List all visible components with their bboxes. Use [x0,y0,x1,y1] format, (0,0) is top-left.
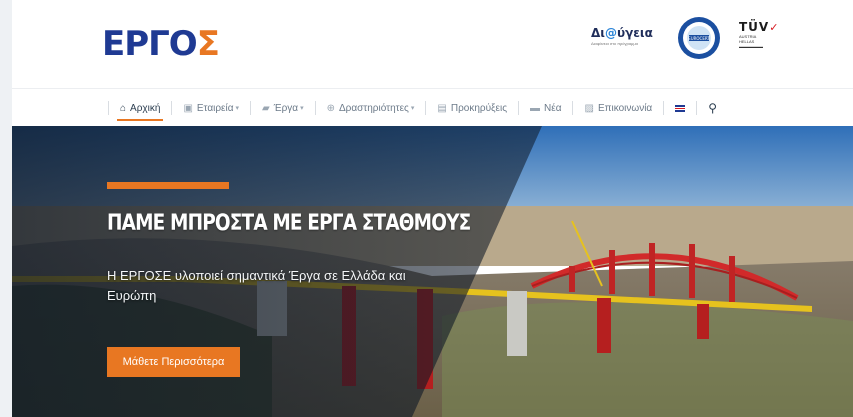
nav-item-projects[interactable]: ▰ Έργα ▾ [259,103,307,114]
nav-item-activities-label: Δραστηριότητες [338,102,409,114]
nav-divider [518,101,520,115]
hero-subtitle: Η ΕΡΓΟΣΕ υλοποιεί σημαντικά Έργα σε Ελλά… [107,268,406,303]
tuv-line-decor: ▬▬▬▬▬▬ [739,44,763,49]
nav-divider [250,101,252,115]
nav-divider [171,101,173,115]
diavgeia-at: @ [604,26,617,40]
eurocert-seal-icon: EUROCERT [678,17,720,59]
page: ΕΡΓΟΣ Δι@ύγεια Διαφάνεια στο πρόγραμμα E… [12,0,853,417]
logo-text-main: ΕΡΓΟ [102,24,198,64]
diavgeia-badge[interactable]: Δι@ύγεια Διαφάνεια στο πρόγραμμα [591,26,661,46]
hero-banner: ΠΑΜΕ ΜΠΡΟΣΤΑ ΜΕ ΕΡΓΑ ΣΤΑΘΜΟΥΣ Η ΕΡΓΟΣΕ υ… [12,126,853,417]
hero-accent-bar [107,182,229,189]
chevron-down-icon: ▾ [300,105,304,112]
tuv-check-icon: ✓ [769,21,780,34]
search-button[interactable]: ⚲ [705,101,720,115]
nav-divider [696,101,698,115]
globe-icon: ⊕ [326,102,335,114]
nav-divider [314,101,316,115]
tuv-badge[interactable]: TÜV✓ AUSTRIA HELLAS ▬▬▬▬▬▬ [739,20,779,49]
logo-text-last: Σ [196,24,220,64]
nav-item-company-label: Εταιρεία [196,102,234,114]
hero-title: ΠΑΜΕ ΜΠΡΟΣΤΑ ΜΕ ΕΡΓΑ ΣΤΑΘΜΟΥΣ [107,211,471,236]
contact-icon: ▨ [584,102,594,114]
nav-item-contact-label: Επικοινωνία [597,102,653,114]
folder-icon: ▰ [262,102,270,114]
nav-divider [108,101,109,115]
nav-item-company[interactable]: ▣ Εταιρεία ▾ [180,103,242,114]
diavgeia-title-b: ύγεια [616,26,653,40]
diavgeia-title-a: Δι [591,26,605,40]
diavgeia-subtitle: Διαφάνεια στο πρόγραμμα [591,41,638,46]
nav-item-home[interactable]: ⌂ Αρχική [117,102,164,121]
nav-item-activities[interactable]: ⊕ Δραστηριότητες ▾ [324,103,418,114]
home-icon: ⌂ [120,102,127,114]
nav-divider [663,101,665,115]
nav-item-news-label: Νέα [544,102,562,114]
ergose-logo[interactable]: ΕΡΓΟΣ [102,24,220,64]
document-icon: ▤ [437,102,447,114]
nav-divider [425,101,427,115]
nav-item-contact[interactable]: ▨ Επικοινωνία [581,103,655,114]
nav-item-home-label: Αρχική [130,102,161,114]
nav-item-tenders-label: Προκηρύξεις [450,102,508,114]
learn-more-button[interactable]: Μάθετε Περισσότερα [107,347,240,377]
language-switch[interactable] [672,104,688,112]
nav-item-tenders[interactable]: ▤ Προκηρύξεις [434,103,510,114]
nav-item-news[interactable]: ▬ Νέα [527,103,564,114]
eurocert-label: EUROCERT [688,36,710,41]
search-icon: ⚲ [708,101,717,115]
chevron-down-icon: ▾ [410,105,415,112]
nav-divider [572,101,574,115]
nav-item-projects-label: Έργα [273,102,299,114]
eurocert-badge[interactable]: EUROCERT [677,16,721,60]
main-nav: ⌂ Αρχική ▣ Εταιρεία ▾ ▰ Έργα ▾ ⊕ Δραστηρ… [12,88,853,127]
chevron-down-icon: ▾ [235,105,240,112]
uk-flag-icon [675,104,686,112]
tuv-title: TÜV [739,20,770,34]
newspaper-icon: ▬ [530,102,541,114]
id-card-icon: ▣ [183,102,193,114]
